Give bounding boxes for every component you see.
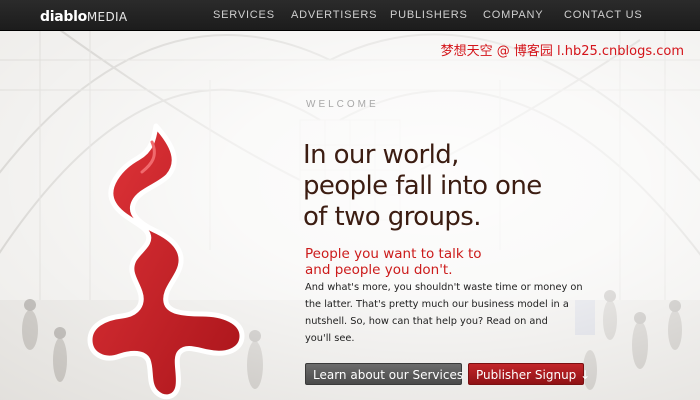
subheadline-line-1: People you want to talk to — [305, 246, 482, 262]
intro-line-3: nutshell. So, how can that help you? Rea… — [305, 316, 548, 327]
publisher-signup-button[interactable]: Publisher Signup ↓ — [468, 363, 590, 385]
subheadline-line-2: and people you don't. — [305, 261, 453, 278]
headline-line-1: In our world, — [303, 140, 459, 170]
headline-line-2: people fall into one — [303, 171, 542, 201]
nav-item-advertisers[interactable]: ADVERTISERS — [291, 9, 377, 21]
intro-paragraph: And what's more, you shouldn't waste tim… — [305, 279, 595, 347]
nav-item-services[interactable]: SERVICES — [213, 9, 275, 21]
nav-item-publishers[interactable]: PUBLISHERS — [390, 9, 468, 21]
nav-item-contact-us[interactable]: CONTACT US — [564, 9, 643, 21]
subheadline: People you want to talk to and people yo… — [305, 246, 605, 278]
page: diabloMEDIA SERVICES ADVERTISERS PUBLISH… — [0, 0, 700, 400]
nav-item-company[interactable]: COMPANY — [483, 9, 543, 21]
learn-about-services-button[interactable]: Learn about our Services ↓ — [305, 363, 477, 385]
welcome-label: WELCOME — [306, 99, 379, 110]
top-nav-bar: diabloMEDIA SERVICES ADVERTISERS PUBLISH… — [0, 0, 700, 31]
headline-line-3: of two groups. — [303, 202, 481, 232]
red-squiggle-mascot-icon — [87, 123, 245, 400]
intro-line-1: And what's more, you shouldn't waste tim… — [305, 282, 583, 293]
intro-line-2: the latter. That's pretty much our busin… — [305, 299, 569, 310]
headline: In our world, people fall into one of tw… — [303, 140, 603, 233]
intro-line-4: you'll see. — [305, 333, 355, 344]
blog-watermark: 梦想天空 @ 博客园 l.hb25.cnblogs.com — [440, 44, 684, 59]
main-nav: SERVICES ADVERTISERS PUBLISHERS COMPANY … — [0, 9, 700, 23]
